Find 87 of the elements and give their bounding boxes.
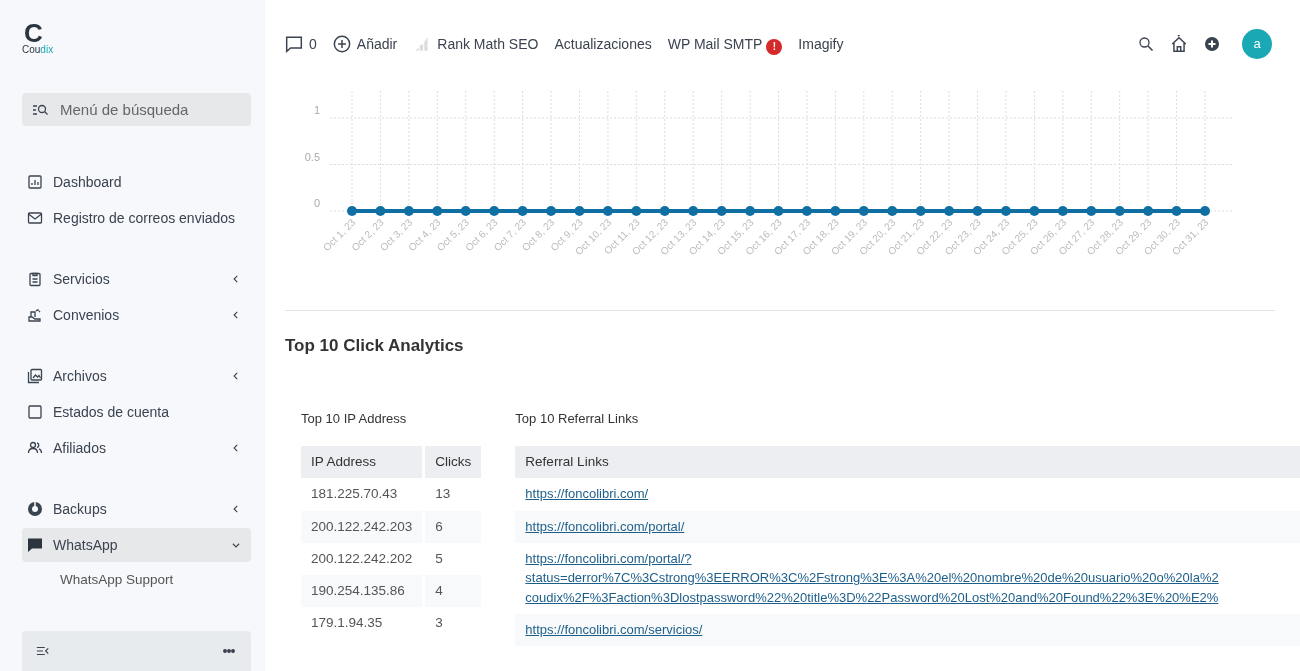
data-point (347, 206, 357, 216)
sidebar-item[interactable]: WhatsApp (22, 528, 251, 562)
square-icon (27, 404, 43, 420)
data-point (1171, 206, 1182, 216)
data-point (574, 206, 585, 216)
toolbar-item[interactable]: WP Mail SMTP ! (667, 33, 783, 55)
users-icon (27, 440, 43, 456)
table-cell: 200.122.242.203 (301, 510, 423, 543)
section-title: Top 10 Click Analytics (285, 335, 465, 357)
logo-wordmark: Coudix (22, 44, 54, 55)
data-point (688, 206, 699, 216)
table-cell-text: 179.1.94.35 (310, 614, 384, 633)
image-icon (27, 368, 43, 384)
data-point (858, 206, 869, 216)
axis-tick-label: 0.5 (304, 150, 320, 163)
search-icon[interactable] (1138, 36, 1154, 52)
table-cell: 4 (422, 575, 482, 608)
data-point (1086, 206, 1097, 216)
data-point (773, 206, 784, 216)
data-point (972, 206, 983, 216)
data-point (745, 206, 756, 216)
table-title: Top 10 Referral Links (515, 409, 640, 428)
column-header: Referral Links (515, 446, 1300, 479)
data-point (1029, 206, 1040, 216)
sidebar-item[interactable]: Backups (22, 492, 251, 526)
comment-icon (285, 35, 303, 53)
data-point (546, 206, 557, 216)
table-cell-text: 200.122.242.202 (310, 549, 414, 568)
data-point (801, 206, 812, 216)
data-point (944, 206, 955, 216)
column-header: Clicks (422, 446, 482, 479)
add-icon[interactable] (1204, 36, 1220, 52)
data-point (915, 206, 926, 216)
data-point (1000, 206, 1011, 216)
referral-link[interactable]: https://foncolibri.com/portal/? status=derror%7C%3Cstrong%3EERROR%3C%2Fstrong%3E%3A%20el%20nombre%20de%20usuario%20o%20la%2 coudix%2F%3Faction%3Dlostpassword%22%20title%3D%22Password%20Lost%20and%20Found%22%3E%20%E2% (525, 548, 1219, 608)
sidebar-item[interactable]: Convenios (22, 298, 251, 332)
table-title: Top 10 IP Address (301, 409, 408, 428)
toolbar-item[interactable]: Imagify (798, 33, 844, 55)
collapse-icon[interactable] (36, 644, 50, 658)
referral-link[interactable]: https://foncolibri.com/ (525, 484, 649, 504)
table-cell: 190.254.135.86 (301, 575, 423, 608)
backup-icon (27, 501, 43, 517)
sidebar-item[interactable]: Servicios (22, 262, 251, 296)
data-point (489, 206, 500, 216)
data-point (1143, 206, 1154, 216)
referral-link[interactable]: https://foncolibri.com/portal/ (525, 516, 685, 536)
alert-badge: ! (766, 39, 783, 55)
data-point (659, 206, 670, 216)
sidebar-item[interactable]: Dashboard (22, 165, 251, 199)
table-cell-text: 181.225.70.43 (310, 485, 399, 504)
sidebar-item[interactable]: Registro de correos enviados (22, 201, 251, 235)
sidebar-item[interactable]: Archivos (22, 359, 251, 393)
chat-icon (27, 537, 43, 553)
data-point (830, 206, 841, 216)
plus-icon (332, 35, 351, 53)
sidebar-item[interactable]: Afiliados (22, 431, 251, 465)
toolbar-item[interactable]: 0 (285, 33, 317, 55)
column-header: IP Address (301, 446, 423, 479)
table-cell: 3 (422, 607, 482, 640)
axis-tick-label: 1 (313, 104, 320, 116)
data-point (602, 206, 613, 216)
logo-letter: C (24, 22, 43, 44)
data-point (432, 206, 443, 216)
data-point (403, 206, 414, 216)
referral-link[interactable]: https://foncolibri.com/servicios/ (525, 620, 703, 640)
home-icon[interactable] (1170, 35, 1188, 53)
data-point (460, 206, 471, 216)
chart-icon (27, 174, 43, 190)
clipboard-icon (27, 271, 43, 287)
data-point (517, 206, 528, 216)
toolbar-item[interactable]: Rank Math SEO (413, 33, 539, 55)
data-point (1200, 206, 1210, 216)
data-point (1114, 206, 1125, 216)
toolbar-item[interactable]: Actualizaciones (554, 33, 652, 55)
sidebar-item[interactable]: Estados de cuenta (22, 395, 251, 429)
data-point (631, 206, 642, 216)
axis-tick-label: 0 (313, 197, 320, 209)
search-field[interactable]: Menú de búsqueda (22, 93, 251, 126)
data-point (716, 206, 727, 216)
hand-icon (27, 307, 43, 323)
table-cell: 6 (422, 510, 482, 543)
data-point (375, 206, 386, 216)
data-point (1057, 206, 1068, 216)
mail-icon (27, 210, 43, 226)
toolbar-item[interactable]: Añadir (332, 33, 398, 55)
submenu-item[interactable]: WhatsApp Support (22, 564, 251, 591)
data-point (887, 206, 898, 216)
